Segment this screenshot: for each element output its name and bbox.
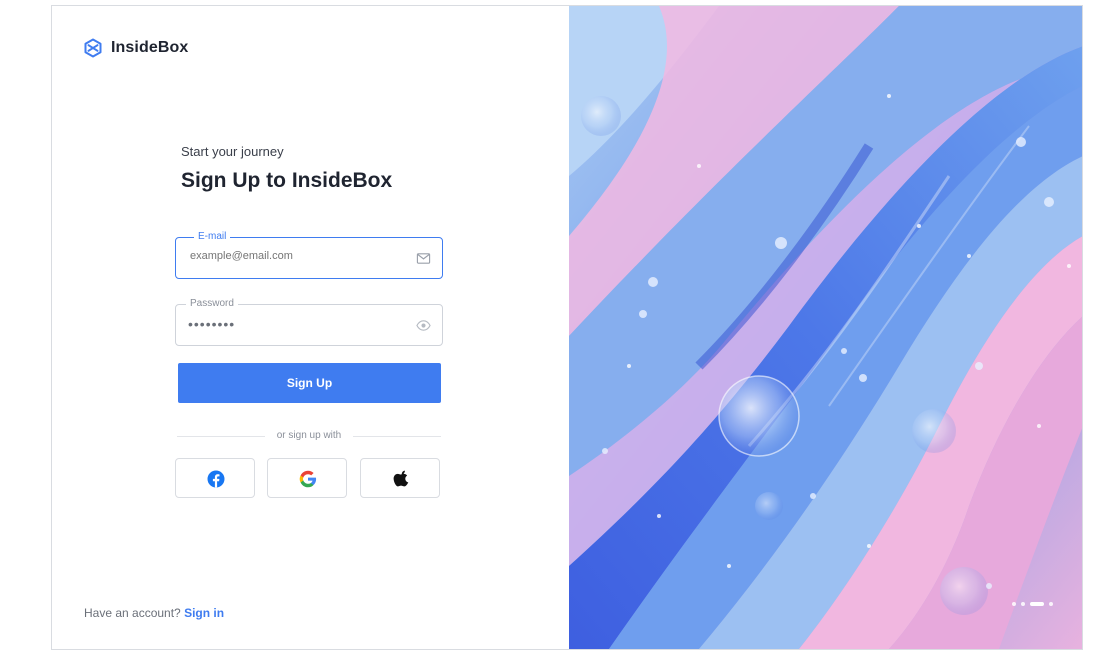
carousel-dot-active[interactable]	[1030, 602, 1044, 606]
facebook-signup-button[interactable]	[175, 458, 255, 498]
email-input[interactable]	[190, 250, 410, 262]
password-input[interactable]: ••••••••	[188, 316, 408, 332]
apple-signup-button[interactable]	[360, 458, 440, 498]
carousel-dot[interactable]	[1021, 602, 1025, 606]
form-subtitle: Start your journey	[181, 144, 284, 159]
brand-logo[interactable]: InsideBox	[83, 38, 188, 58]
divider-line-right	[353, 436, 441, 437]
google-icon	[299, 470, 317, 488]
signin-prompt-text: Have an account?	[84, 606, 181, 620]
signin-prompt: Have an account? Sign in	[84, 606, 224, 620]
hero-image-panel	[569, 6, 1082, 649]
social-divider: or sign up with	[177, 429, 441, 443]
signup-panel: InsideBox Start your journey Sign Up to …	[52, 6, 569, 649]
mail-icon	[416, 253, 431, 264]
facebook-icon	[207, 470, 225, 488]
carousel-dot[interactable]	[1012, 602, 1016, 606]
cube-logo-icon	[84, 38, 102, 58]
brand-name: InsideBox	[111, 39, 189, 56]
carousel-dot[interactable]	[1049, 602, 1053, 606]
carousel-indicator[interactable]	[1012, 602, 1053, 606]
password-field[interactable]: Password ••••••••	[175, 298, 443, 346]
eye-icon[interactable]	[416, 318, 431, 333]
signup-window: InsideBox Start your journey Sign Up to …	[51, 5, 1083, 650]
password-label: Password	[186, 298, 238, 310]
fluid-art-image	[569, 6, 1082, 649]
google-signup-button[interactable]	[267, 458, 347, 498]
email-label: E-mail	[194, 231, 231, 243]
sign-up-button[interactable]: Sign Up	[178, 363, 441, 403]
apple-icon	[393, 470, 409, 487]
page-title: Sign Up to InsideBox	[181, 169, 393, 192]
sign-in-link[interactable]: Sign in	[184, 606, 224, 620]
email-field[interactable]: E-mail	[175, 231, 443, 279]
